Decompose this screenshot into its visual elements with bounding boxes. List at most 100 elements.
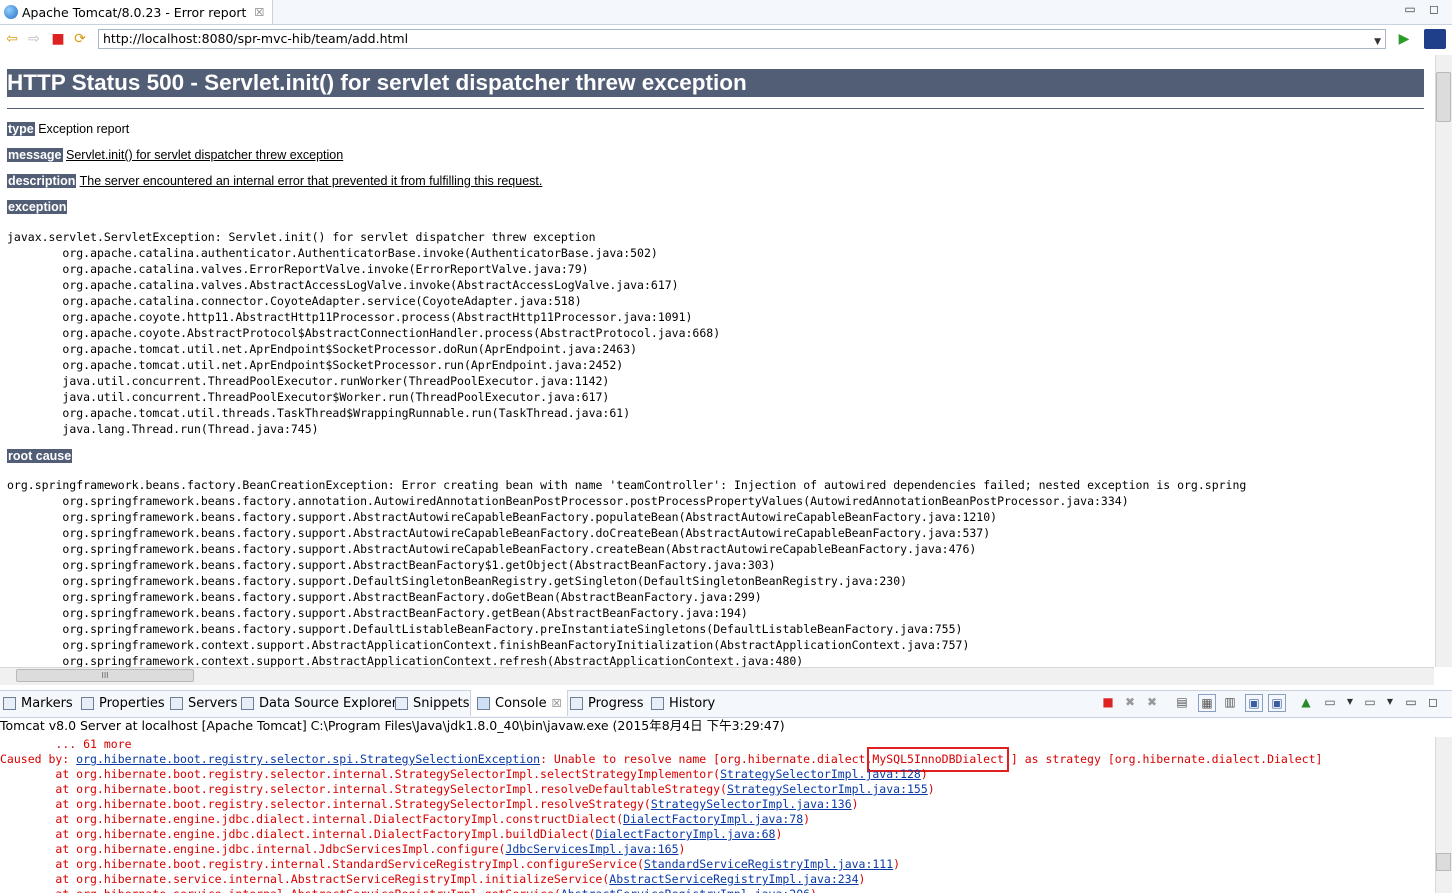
remove-launch-icon[interactable]: ✖ [1122,694,1138,710]
servers-icon [170,696,183,710]
source-link[interactable]: AbstractServiceRegistryImpl.java:206 [561,887,810,893]
minimize-icon[interactable]: ▭ [1402,2,1418,16]
horizontal-scrollbar[interactable] [0,667,1434,685]
editor-tab[interactable]: Apache Tomcat/8.0.23 - Error report ☒ [0,0,274,24]
stack-frame-text: at org.hibernate.boot.registry.selector.… [0,797,651,811]
source-link[interactable]: AbstractServiceRegistryImpl.java:234 [609,872,858,886]
root-cause-row: root cause [7,449,73,463]
caused-by-text: : Unable to resolve name [org.hibernate.… [540,752,873,766]
tab-label: Servers [188,695,238,711]
source-link[interactable]: StrategySelectorImpl.java:128 [720,767,921,781]
description-value: The server encountered an internal error… [79,174,543,188]
show-on-stdout-icon[interactable]: ▣ [1245,694,1263,712]
tab-history[interactable]: History [651,690,715,716]
stack-frame-line: at org.hibernate.service.internal.Abstra… [0,887,1434,893]
chevron-down-icon[interactable]: ▼ [1342,694,1358,710]
forward-icon[interactable]: ⇨ [25,30,43,48]
stack-frame-line: at org.hibernate.boot.registry.selector.… [0,767,1434,782]
horizontal-scroll-thumb[interactable]: III [16,669,194,682]
globe-icon [4,5,18,19]
caused-by-line: Caused by: org.hibernate.boot.registry.s… [0,747,1434,772]
tab-snippets[interactable]: Snippets [395,690,469,716]
stack-frame-text: at org.hibernate.engine.jdbc.dialect.int… [0,812,624,826]
stack-frame-close: ) [893,857,901,871]
tab-progress[interactable]: Progress [570,690,643,716]
stack-frame-text: at org.hibernate.boot.registry.selector.… [0,767,721,781]
source-link[interactable]: JdbcServicesImpl.java:165 [505,842,678,856]
back-icon[interactable]: ⇦ [3,30,21,48]
message-value: Servlet.init() for servlet dispatcher th… [66,148,344,162]
remove-all-icon[interactable]: ✖ [1144,694,1160,710]
show-on-stderr-icon[interactable]: ▣ [1268,694,1286,712]
clear-console-icon[interactable]: ▤ [1174,694,1190,710]
stack-frame-close: ) [858,872,866,886]
maximize-icon[interactable]: ◻ [1426,2,1442,16]
tab-markers[interactable]: Markers [3,690,73,716]
tab-data-source-explorer[interactable]: Data Source Explorer [241,690,397,716]
stack-frame-text: at org.hibernate.boot.registry.selector.… [0,782,727,796]
stack-frame-close: ) [927,782,935,796]
stack-frame-close: ) [810,887,817,893]
page-title: HTTP Status 500 - Servlet.init() for ser… [7,69,1424,97]
source-link[interactable]: DialectFactoryImpl.java:78 [623,812,803,826]
url-input[interactable]: http://localhost:8080/spr-mvc-hib/team/a… [98,29,1386,49]
source-link[interactable]: StrategySelectorImpl.java:136 [651,797,852,811]
divider [7,108,1424,109]
source-link[interactable]: StrategySelectorImpl.java:155 [727,782,928,796]
open-console-icon[interactable]: ▭ [1362,694,1378,710]
refresh-icon[interactable]: ⟳ [71,30,89,48]
console-scroll-thumb[interactable] [1436,853,1451,871]
chevron-down-icon[interactable]: ▼ [1382,694,1398,710]
go-icon[interactable]: ▶ [1395,30,1413,48]
word-wrap-icon[interactable]: ▥ [1222,694,1238,710]
vertical-scroll-thumb[interactable] [1436,72,1451,122]
stack-frame-line: at org.hibernate.boot.registry.internal.… [0,857,1434,872]
tab-label: Snippets [413,695,470,711]
stop-icon[interactable]: ■ [49,30,67,48]
stack-frame-close: ) [678,842,686,856]
source-link[interactable]: StandardServiceRegistryImpl.java:111 [644,857,893,871]
properties-icon [81,696,94,710]
display-console-icon[interactable]: ▭ [1322,694,1338,710]
pin-console-icon[interactable]: ▲ [1298,694,1314,710]
source-link[interactable]: DialectFactoryImpl.java:68 [595,827,775,841]
tab-console[interactable]: Console ☒ [470,690,569,716]
description-row: description The server encountered an in… [7,174,542,188]
stack-frame-text: at org.hibernate.service.internal.Abstra… [0,872,610,886]
eclipse-icon[interactable] [1424,29,1446,49]
tab-label: Progress [588,695,644,711]
stack-frame-line: at org.hibernate.boot.registry.selector.… [0,782,1434,797]
stack-frame-line: at org.hibernate.boot.registry.selector.… [0,797,1434,812]
scroll-lock-icon[interactable]: ▦ [1198,694,1216,712]
stack-frame-line: at org.hibernate.service.internal.Abstra… [0,872,1434,887]
tab-label: Data Source Explorer [259,695,398,711]
snippets-icon [395,696,408,710]
stack-frame-text: at org.hibernate.service.internal.Abstra… [0,887,560,893]
description-label: description [7,174,77,188]
vertical-scrollbar[interactable] [1435,55,1452,667]
maximize-panel-icon[interactable]: ◻ [1425,694,1441,710]
console-icon [477,696,490,710]
tab-servers[interactable]: Servers [170,690,237,716]
chevron-down-icon[interactable]: ▼ [1374,33,1381,51]
message-row: message Servlet.init() for servlet dispa… [7,148,343,162]
database-icon [241,696,254,710]
minimize-panel-icon[interactable]: ▭ [1403,694,1419,710]
history-icon [651,696,664,710]
markers-icon [3,696,16,710]
exception-link[interactable]: org.hibernate.boot.registry.selector.spi… [76,752,540,766]
stack-frame-line: at org.hibernate.engine.jdbc.internal.Jd… [0,842,1434,857]
editor-tab-title: Apache Tomcat/8.0.23 - Error report [22,4,247,20]
tab-label: History [669,695,716,711]
stack-frame-close: ) [920,767,928,781]
browser-content: HTTP Status 500 - Servlet.init() for ser… [0,55,1434,667]
type-label: type [7,122,35,136]
progress-icon [570,696,583,710]
tab-properties[interactable]: Properties [81,690,165,716]
highlighted-dialect: MySQL5InnoDBDialect [867,747,1009,772]
terminate-icon[interactable]: ■ [1100,694,1116,710]
stack-frame-text: at org.hibernate.engine.jdbc.internal.Jd… [0,842,506,856]
close-tab-icon[interactable]: ☒ [254,6,264,19]
close-console-icon[interactable]: ☒ [552,697,562,710]
stack-frame-close: ) [775,827,783,841]
